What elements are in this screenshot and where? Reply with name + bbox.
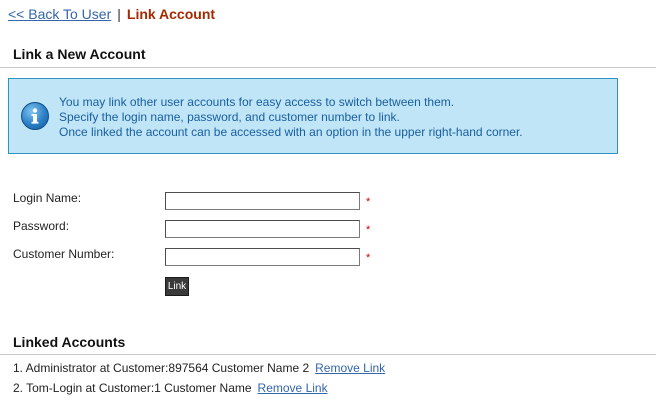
password-label: Password: [13, 219, 70, 233]
linked-account-text: 1. Administrator at Customer:897564 Cust… [13, 361, 310, 375]
link-new-account-heading: Link a New Account [13, 46, 146, 62]
link-button[interactable]: Link [165, 277, 189, 296]
linked-accounts-heading: Linked Accounts [13, 334, 126, 350]
required-marker: * [366, 196, 371, 208]
breadcrumb: << Back To User | Link Account [8, 6, 215, 22]
linked-account-row: 2. Tom-Login at Customer:1 Customer Name… [13, 381, 328, 395]
section-divider [0, 67, 656, 68]
info-line: You may link other user accounts for eas… [59, 95, 455, 109]
required-marker: * [366, 252, 371, 264]
info-line: Once linked the account can be accessed … [59, 125, 523, 139]
remove-link[interactable]: Remove Link [258, 381, 328, 395]
customer-number-input[interactable] [165, 248, 360, 266]
info-line: Specify the login name, password, and cu… [59, 110, 400, 124]
info-icon [21, 102, 49, 130]
login-name-input[interactable] [165, 192, 360, 210]
info-message: You may link other user accounts for eas… [59, 95, 523, 140]
page-title: Link Account [126, 6, 216, 22]
linked-account-row: 1. Administrator at Customer:897564 Cust… [13, 361, 385, 375]
back-to-user-link[interactable]: << Back To User [8, 6, 111, 22]
section-divider [0, 354, 656, 355]
required-marker: * [366, 224, 371, 236]
login-name-label: Login Name: [13, 191, 82, 205]
info-box: You may link other user accounts for eas… [8, 78, 618, 154]
customer-number-label: Customer Number: [13, 247, 115, 261]
linked-account-text: 2. Tom-Login at Customer:1 Customer Name [13, 381, 252, 395]
breadcrumb-separator: | [117, 6, 121, 22]
password-input[interactable] [165, 220, 360, 238]
remove-link[interactable]: Remove Link [315, 361, 385, 375]
